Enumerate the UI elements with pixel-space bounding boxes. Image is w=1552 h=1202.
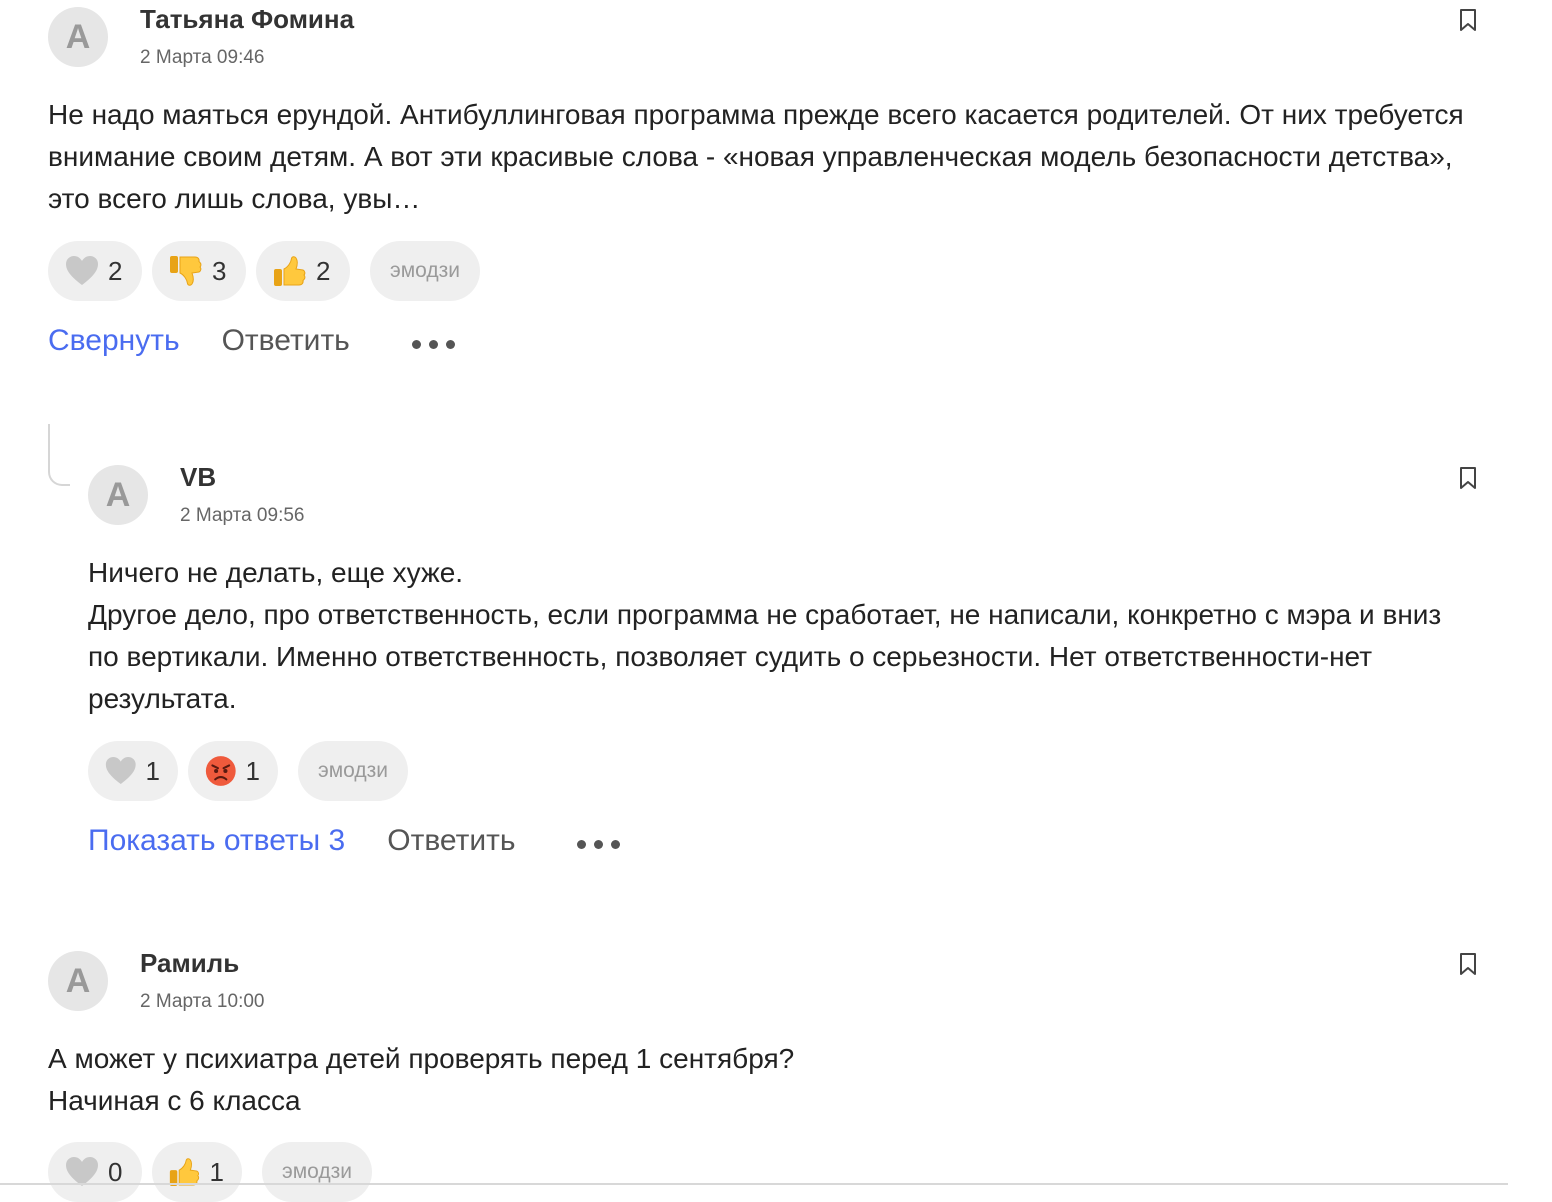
avatar-letter: A [65, 961, 91, 1000]
comment: A Рамиль 2 Марта 10:00 А может у психиат… [0, 0, 1552, 1202]
comment-paragraph: А может у психиатра детей проверять пере… [48, 1043, 795, 1074]
add-emoji-button[interactable]: эмодзи [262, 1142, 372, 1202]
bookmark-icon[interactable] [1458, 952, 1478, 976]
avatar[interactable]: A [48, 951, 108, 1011]
comment-date: 2 Марта 10:00 [140, 991, 265, 1012]
reactions-bar: 0 1 эмодзи [48, 1142, 372, 1202]
author-name[interactable]: Рамиль [140, 948, 239, 979]
comment-text: А может у психиатра детей проверять пере… [48, 1038, 1468, 1122]
add-emoji-label: эмодзи [282, 1160, 352, 1183]
reaction-heart[interactable]: 0 [48, 1142, 142, 1202]
reaction-thumbs-up[interactable]: 1 [152, 1142, 242, 1202]
comment-paragraph: Начиная с 6 класса [48, 1085, 301, 1116]
bottom-divider [0, 1183, 1508, 1185]
